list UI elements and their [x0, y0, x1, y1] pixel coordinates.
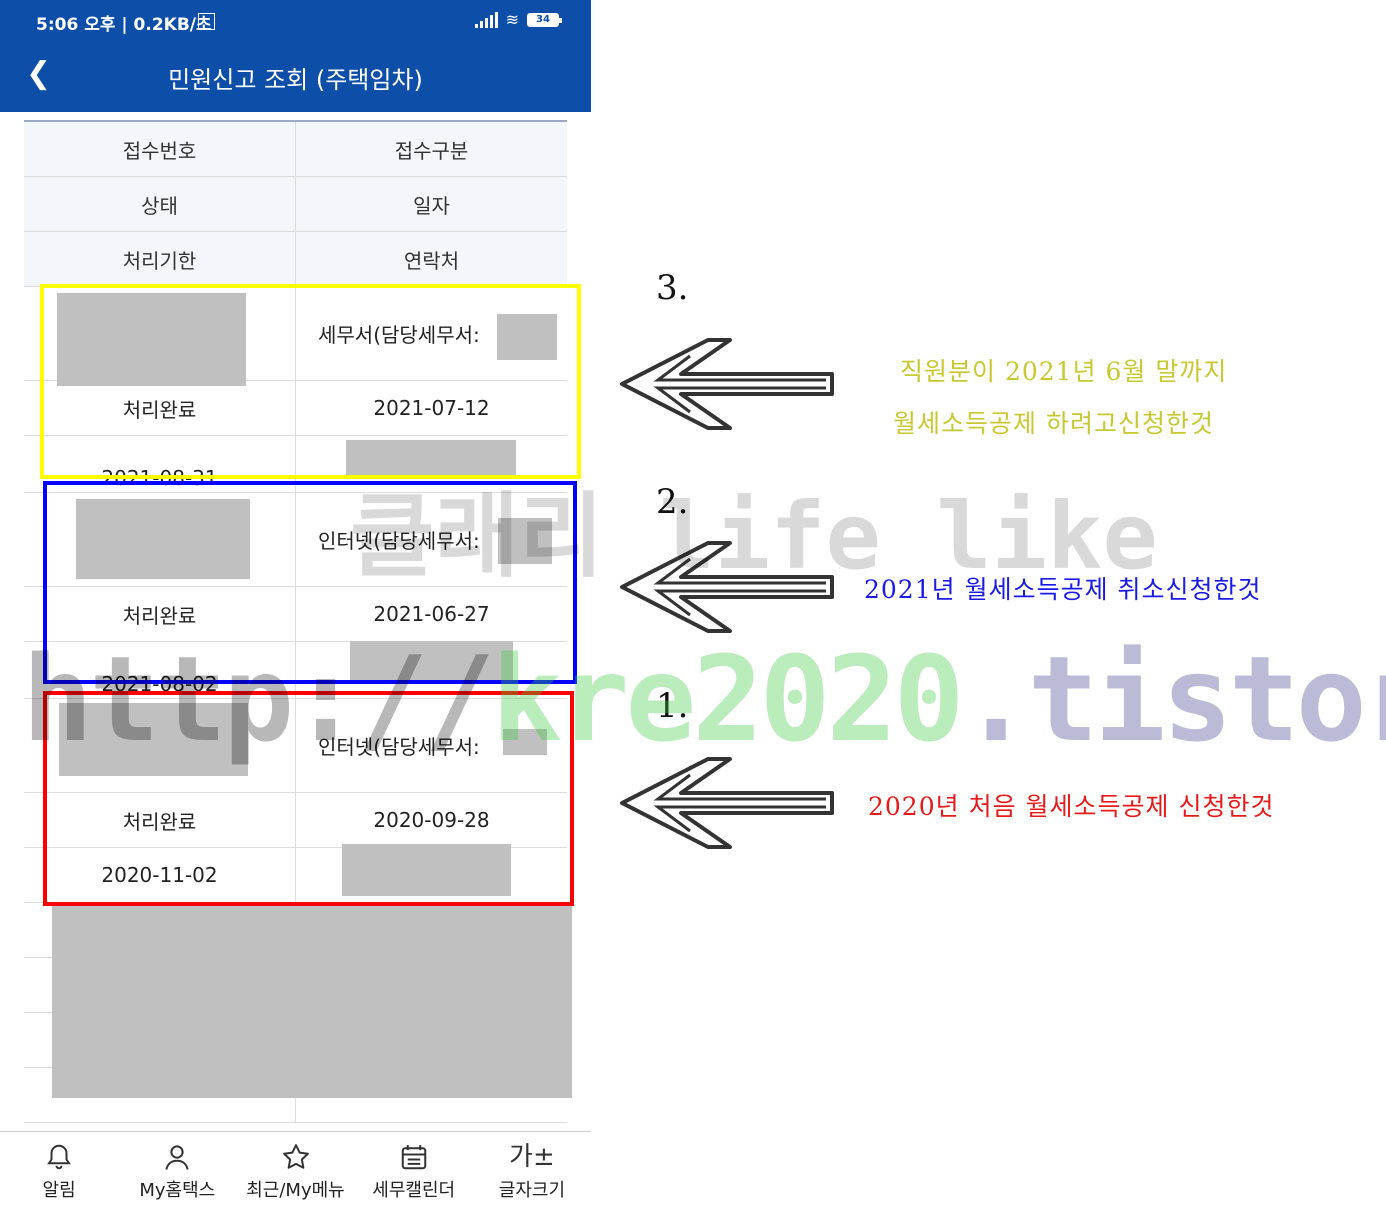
page-title: 민원신고 조회 (주택임차)	[168, 66, 423, 94]
person-icon	[165, 1145, 189, 1170]
table-header-row: 상태 일자	[24, 176, 567, 232]
column-header: 상태	[24, 176, 296, 232]
nav-label: My홈택스	[139, 1180, 216, 1201]
table-header-row: 처리기한 연락처	[24, 231, 567, 287]
column-header: 연락처	[295, 231, 567, 287]
highlight-box-yellow	[40, 284, 581, 479]
calendar-icon	[401, 1145, 426, 1170]
status-icons: ≋ 34	[474, 10, 562, 30]
watermark-http: http://	[22, 630, 495, 768]
nav-tax-calendar[interactable]: 세무캘린더	[355, 1132, 473, 1216]
watermark-line2: http://kre2020.tistory.com	[22, 630, 1386, 768]
watermark-line1: 클래리 life like	[350, 483, 1158, 590]
app-bar: ❮ 민원신고 조회 (주택임차)	[0, 40, 591, 112]
nav-font-size[interactable]: 가± 글자크기	[473, 1132, 591, 1216]
watermark-tistory: .tistory.com	[960, 630, 1386, 768]
annotation-number: 3.	[656, 268, 689, 308]
redaction-block	[52, 905, 572, 1098]
nav-label: 글자크기	[498, 1180, 566, 1201]
wifi-icon: ≋	[505, 10, 519, 29]
nav-my-hometax[interactable]: My홈택스	[118, 1132, 236, 1216]
column-header: 접수구분	[295, 120, 567, 177]
annotation-text: 2020년 처음 월세소득공제 신청한것	[868, 792, 1275, 821]
annotation-text: 직원분이 2021년 6월 말까지	[900, 357, 1228, 386]
table-header-row: 접수번호 접수구분	[24, 120, 567, 177]
status-bar: 5:06 오후 | 0.2KB/초 ≋ 34	[0, 0, 591, 40]
bottom-navigation: 알림 My홈택스 최근/My메뉴 세무캘린더 가± 글자크기	[0, 1131, 591, 1216]
data-speed-icon	[198, 13, 215, 30]
signal-icon	[474, 12, 498, 28]
battery-icon: 34	[527, 13, 562, 27]
nav-label: 세무캘린더	[372, 1180, 456, 1201]
arrow-left-icon	[620, 338, 834, 430]
star-icon	[282, 1144, 309, 1169]
bell-icon	[47, 1144, 71, 1170]
column-header: 처리기한	[24, 231, 296, 287]
status-time: 5:06 오후 | 0.2KB/초	[36, 15, 212, 35]
column-header: 일자	[295, 176, 567, 232]
nav-alerts[interactable]: 알림	[0, 1132, 118, 1216]
watermark-kre: kre2020	[491, 630, 964, 768]
battery-level: 34	[536, 14, 550, 25]
annotation-text: 월세소득공제 하려고신청한것	[893, 409, 1214, 438]
nav-recent-my-menu[interactable]: 최근/My메뉴	[236, 1132, 354, 1216]
nav-label: 알림	[42, 1180, 76, 1201]
arrow-left-icon	[620, 757, 834, 849]
phone-screen: 5:06 오후 | 0.2KB/초 ≋ 34 ❮ 민원신고 조회 (주택임차) …	[0, 0, 591, 1216]
font-size-icon: 가±	[509, 1142, 555, 1172]
column-header: 접수번호	[24, 120, 296, 177]
nav-label: 최근/My메뉴	[246, 1180, 345, 1201]
